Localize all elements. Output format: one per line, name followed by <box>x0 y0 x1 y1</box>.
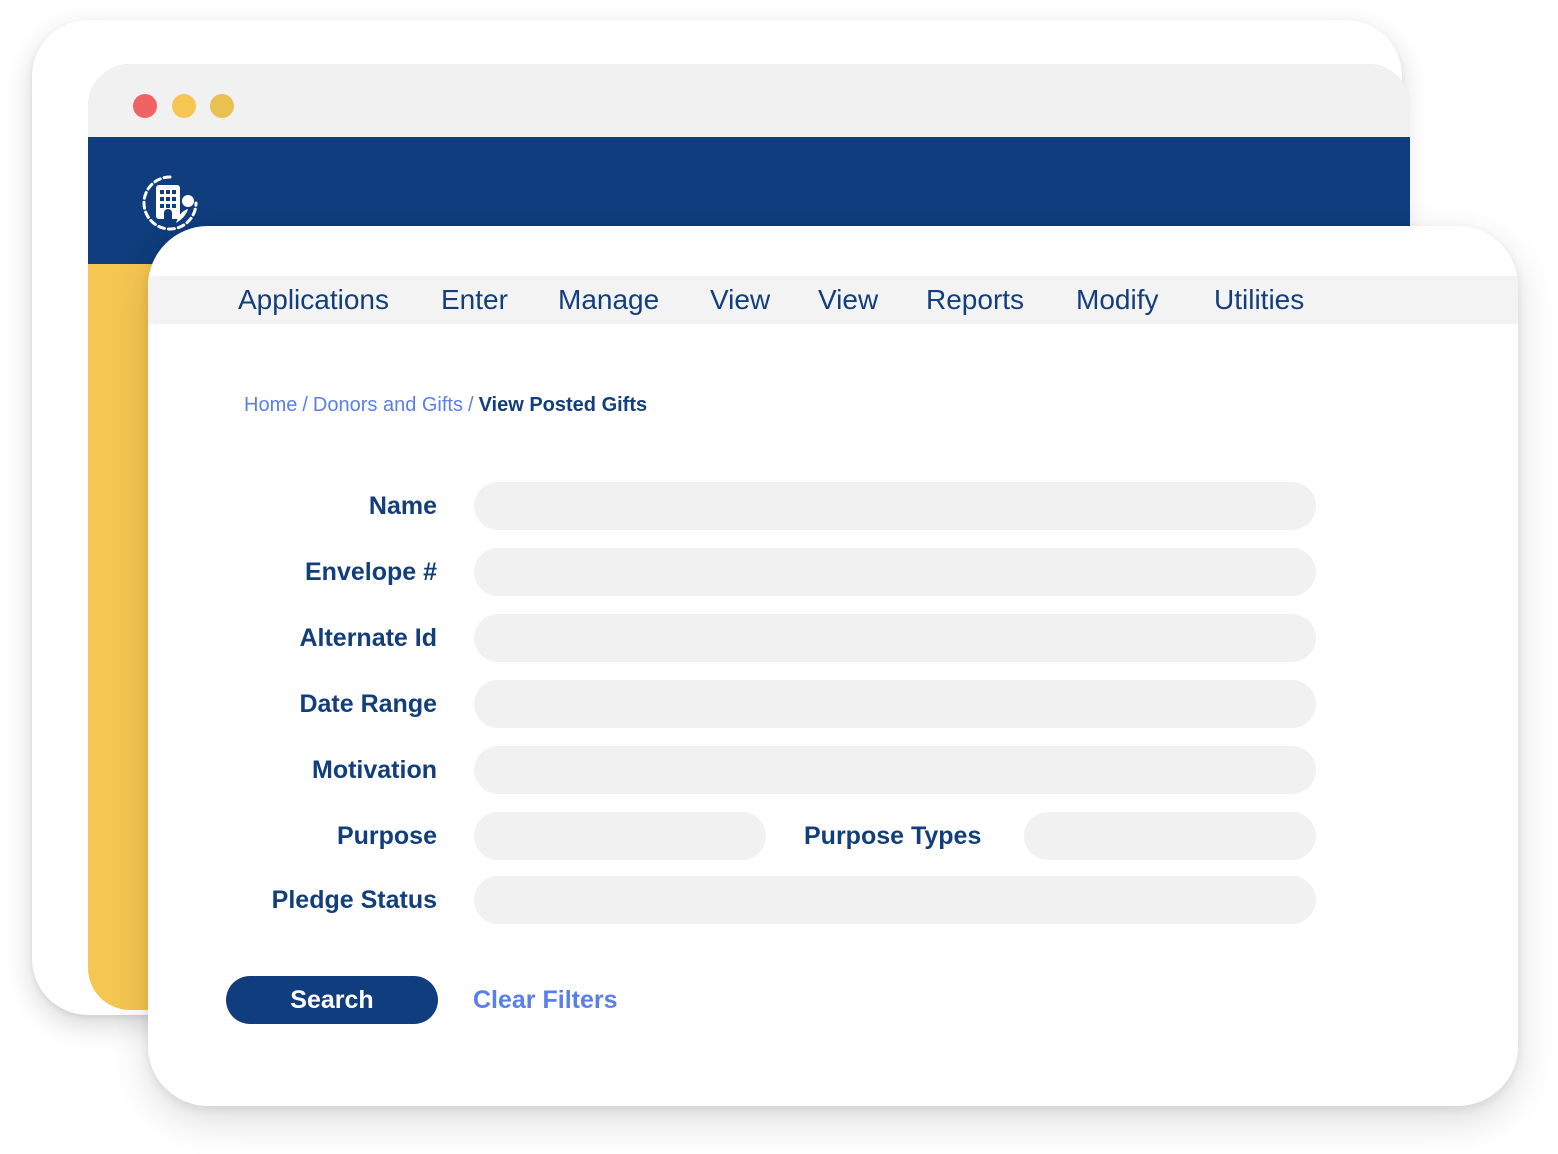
breadcrumb-separator: / <box>302 394 308 416</box>
menu-item-view-2[interactable]: View <box>818 276 878 324</box>
breadcrumb-current-page: View Posted Gifts <box>478 394 648 416</box>
menu-item-utilities[interactable]: Utilities <box>1214 276 1304 324</box>
clear-filters-link[interactable]: Clear Filters <box>473 976 618 1024</box>
alternate-id-label: Alternate Id <box>299 624 437 652</box>
purpose-input[interactable] <box>474 812 766 860</box>
name-label: Name <box>368 492 437 520</box>
envelope-number-input[interactable] <box>474 548 1316 596</box>
breadcrumb-home-link[interactable]: Home <box>244 394 297 416</box>
breadcrumb: Home / Donors and Gifts / View Posted Gifts <box>244 394 647 417</box>
menu-item-applications[interactable]: Applications <box>238 276 389 324</box>
menu-item-reports[interactable]: Reports <box>926 276 1024 324</box>
purpose-label: Purpose <box>336 822 437 850</box>
breadcrumb-separator: / <box>468 394 474 416</box>
name-input[interactable] <box>474 482 1316 530</box>
alternate-id-input[interactable] <box>474 614 1316 662</box>
close-window-dot-icon[interactable] <box>133 94 157 118</box>
search-button[interactable]: Search <box>226 976 438 1024</box>
motivation-label: Motivation <box>312 756 437 784</box>
breadcrumb-donors-and-gifts-link[interactable]: Donors and Gifts <box>313 394 463 416</box>
main-menu-bar: Applications Enter Manage View View Repo… <box>148 276 1518 324</box>
menu-item-view[interactable]: View <box>710 276 770 324</box>
purpose-types-input[interactable] <box>1024 812 1316 860</box>
menu-item-manage[interactable]: Manage <box>558 276 659 324</box>
motivation-input[interactable] <box>474 746 1316 794</box>
view-posted-gifts-panel: Applications Enter Manage View View Repo… <box>148 226 1518 1106</box>
building-people-icon[interactable] <box>138 171 202 235</box>
menu-item-modify[interactable]: Modify <box>1076 276 1158 324</box>
date-range-label: Date Range <box>299 690 437 718</box>
maximize-window-dot-icon[interactable] <box>210 94 234 118</box>
window-titlebar <box>88 64 1410 137</box>
pledge-status-input[interactable] <box>474 876 1316 924</box>
stage: Applications Enter Manage View View Repo… <box>0 0 1558 1154</box>
purpose-types-label: Purpose Types <box>804 822 982 850</box>
pledge-status-label: Pledge Status <box>271 886 437 914</box>
envelope-number-label: Envelope # <box>305 558 437 586</box>
menu-item-enter[interactable]: Enter <box>441 276 508 324</box>
minimize-window-dot-icon[interactable] <box>172 94 196 118</box>
date-range-input[interactable] <box>474 680 1316 728</box>
